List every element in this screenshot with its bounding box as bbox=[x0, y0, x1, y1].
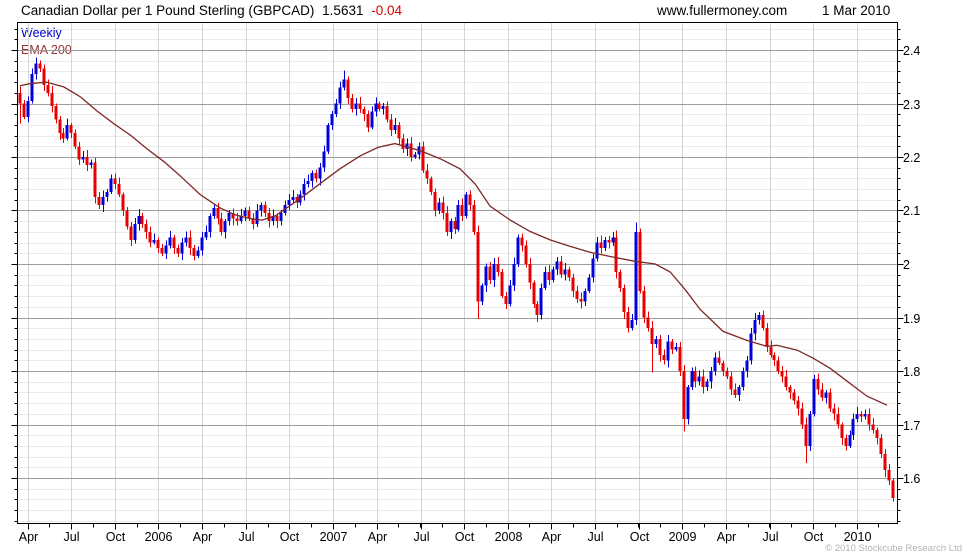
svg-text:2006: 2006 bbox=[145, 530, 173, 544]
svg-text:2008: 2008 bbox=[495, 530, 523, 544]
svg-text:Apr: Apr bbox=[193, 530, 212, 544]
svg-text:Apr: Apr bbox=[368, 530, 387, 544]
svg-text:Jul: Jul bbox=[763, 530, 779, 544]
svg-text:Jul: Jul bbox=[64, 530, 80, 544]
svg-text:1.6: 1.6 bbox=[903, 472, 920, 486]
svg-text:Apr: Apr bbox=[717, 530, 736, 544]
grid-and-axes: 2.4 2.3 2.2 2.1 2 1.9 1.8 1.7 1.6 Apr Jul Oct 2006 Ap… bbox=[11, 22, 962, 554]
svg-text:Oct: Oct bbox=[804, 530, 824, 544]
svg-text:2009: 2009 bbox=[669, 530, 697, 544]
svg-text:Apr: Apr bbox=[19, 530, 38, 544]
svg-text:1.7: 1.7 bbox=[903, 419, 920, 433]
svg-text:Jul: Jul bbox=[239, 530, 255, 544]
svg-text:Oct: Oct bbox=[630, 530, 650, 544]
svg-text:1.9: 1.9 bbox=[903, 312, 920, 326]
svg-text:2.1: 2.1 bbox=[903, 204, 920, 218]
svg-text:Oct: Oct bbox=[280, 530, 300, 544]
chart-window: { "header": { "title": "Canadian Dollar … bbox=[0, 0, 980, 560]
svg-text:2: 2 bbox=[903, 258, 910, 272]
svg-text:Apr: Apr bbox=[542, 530, 561, 544]
svg-text:© 2010 Stockcube Research Ltd: © 2010 Stockcube Research Ltd bbox=[825, 543, 962, 554]
svg-text:2.4: 2.4 bbox=[903, 44, 920, 58]
svg-text:Oct: Oct bbox=[106, 530, 126, 544]
svg-text:1.8: 1.8 bbox=[903, 365, 920, 379]
svg-text:2.2: 2.2 bbox=[903, 151, 920, 165]
svg-text:Jul: Jul bbox=[414, 530, 430, 544]
svg-text:2.3: 2.3 bbox=[903, 98, 920, 112]
svg-text:2007: 2007 bbox=[320, 530, 348, 544]
svg-text:Oct: Oct bbox=[455, 530, 475, 544]
svg-text:2010: 2010 bbox=[844, 530, 872, 544]
svg-text:Jul: Jul bbox=[588, 530, 604, 544]
price-chart-canvas: 2.4 2.3 2.2 2.1 2 1.9 1.8 1.7 1.6 Apr Jul Oct 2006 Ap… bbox=[11, 22, 962, 554]
